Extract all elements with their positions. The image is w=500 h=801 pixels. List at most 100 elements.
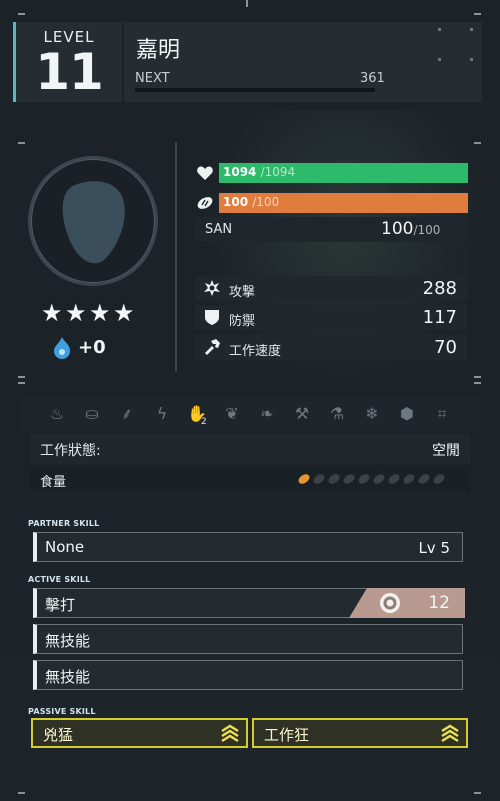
- work-speed-label: 工作速度: [229, 344, 282, 359]
- defense-value: 117: [422, 307, 457, 328]
- pal-portrait: [28, 156, 158, 286]
- farming-icon[interactable]: ⌗: [431, 402, 453, 426]
- active-skill-name: 無技能: [45, 668, 91, 686]
- hunger-bar: 100 /100: [219, 193, 468, 213]
- star-icon: ★: [113, 299, 135, 327]
- pal-name[interactable]: 嘉明: [136, 32, 180, 64]
- vertical-divider: [175, 142, 177, 372]
- food-pip-icon: [298, 474, 310, 484]
- active-skill-label: ACTIVE SKILL: [28, 575, 91, 584]
- active-skill-slot-2[interactable]: 無技能: [33, 624, 463, 654]
- star-icon: ★: [65, 299, 87, 327]
- corner-tick: [474, 376, 481, 378]
- soul-bonus-value: +0: [78, 337, 106, 358]
- food-meter: [298, 471, 458, 487]
- work-status-value: 空閒: [432, 443, 460, 459]
- defense-label: 防禦: [229, 314, 256, 329]
- food-pip-icon: [343, 474, 355, 484]
- level-box: LEVEL 11: [13, 22, 122, 102]
- electricity-icon[interactable]: ϟ: [151, 402, 173, 426]
- decor-dot: [438, 28, 441, 31]
- partner-skill-label: PARTNER SKILL: [28, 519, 100, 528]
- passive-skill-slot-2[interactable]: 工作狂: [252, 718, 468, 748]
- san-label: SAN: [205, 222, 233, 237]
- star-icon: ★: [89, 299, 111, 327]
- active-skill-slot-3[interactable]: 無技能: [33, 660, 463, 690]
- passive-skill-name: 工作狂: [264, 726, 310, 744]
- kindling-icon[interactable]: ♨: [46, 402, 68, 426]
- food-pip-icon: [433, 474, 445, 484]
- food-pip-icon: [418, 474, 430, 484]
- passive-skill-label: PASSIVE SKILL: [28, 707, 96, 716]
- transporting-icon[interactable]: ⬢: [396, 402, 418, 426]
- attack-icon: [204, 280, 220, 296]
- food-pip-icon: [373, 474, 385, 484]
- food-pip-icon: [403, 474, 415, 484]
- decor-dot: [470, 58, 473, 61]
- decor-dot: [470, 28, 473, 31]
- work-speed-row: 工作速度 70: [195, 335, 467, 360]
- corner-tick: [18, 376, 25, 378]
- active-skill-name: 擊打: [45, 596, 76, 614]
- planting-icon[interactable]: ⸙: [116, 402, 138, 426]
- neutral-icon: [380, 593, 400, 613]
- san-current: 100: [381, 219, 414, 239]
- attack-label: 攻撃: [229, 285, 256, 300]
- hp-max: /1094: [260, 165, 296, 179]
- san-value: 100/100: [381, 219, 440, 239]
- san-max: /100: [413, 223, 441, 237]
- food-row: 食量: [30, 466, 470, 492]
- active-skill-slot-1[interactable]: 擊打 12: [33, 588, 465, 618]
- next-exp-value: 361: [360, 71, 385, 86]
- hunger-current: 100: [223, 195, 249, 209]
- corner-tick: [474, 382, 481, 384]
- next-exp-label: NEXT: [135, 71, 170, 86]
- corner-tick: [18, 142, 25, 144]
- top-center-tick: [246, 0, 248, 7]
- corner-tick: [474, 792, 481, 794]
- passive-skill-slot-1[interactable]: 兇猛: [31, 718, 248, 748]
- partner-skill-level: Lv 5: [418, 539, 450, 557]
- medicine-icon[interactable]: ⚗: [326, 402, 348, 426]
- active-skill-power: 12: [428, 593, 450, 613]
- work-status-label: 工作狀態:: [40, 443, 101, 459]
- heart-icon: [197, 166, 213, 180]
- food-pip-icon: [388, 474, 400, 484]
- handiwork-icon[interactable]: ✋ 2: [186, 402, 208, 427]
- hp-current: 1094: [223, 165, 257, 179]
- cooling-icon[interactable]: ❄: [361, 402, 383, 426]
- handiwork-level: 2: [201, 417, 207, 427]
- active-skill-name: 無技能: [45, 632, 91, 650]
- name-box: 嘉明 NEXT 361: [124, 22, 482, 102]
- bread-icon: [197, 197, 213, 209]
- corner-tick: [18, 792, 25, 794]
- gathering-icon[interactable]: ❦: [221, 402, 243, 426]
- food-label: 食量: [40, 475, 67, 490]
- watering-icon[interactable]: ⛀: [81, 402, 103, 426]
- mining-icon[interactable]: ⚒: [291, 402, 313, 426]
- shield-icon: [205, 310, 219, 325]
- exp-progress-bar: [135, 88, 375, 92]
- attack-row: 攻撃 288: [195, 276, 467, 301]
- decor-dot: [438, 58, 441, 61]
- food-pip-icon: [358, 474, 370, 484]
- star-icon: ★: [41, 299, 63, 327]
- attack-value: 288: [422, 278, 457, 299]
- pal-silhouette-icon: [62, 181, 125, 264]
- level-value: 11: [35, 43, 104, 101]
- passive-skill-name: 兇猛: [43, 726, 74, 744]
- soul-flame-icon: [54, 337, 70, 359]
- hp-bar: 1094 /1094: [219, 163, 468, 183]
- food-pip-icon: [328, 474, 340, 484]
- rank-up-triple-icon: [221, 724, 239, 743]
- lumbering-icon[interactable]: ❧: [256, 402, 278, 426]
- partner-skill-slot[interactable]: None Lv 5: [33, 532, 463, 562]
- corner-tick: [474, 142, 481, 144]
- hunger-max: /100: [252, 195, 280, 209]
- work-status-row: 工作狀態: 空閒: [30, 434, 470, 464]
- corner-tick: [474, 13, 481, 15]
- corner-tick: [18, 13, 25, 15]
- food-pip-icon: [313, 474, 325, 484]
- rarity-stars: ★ ★ ★ ★: [41, 300, 141, 326]
- pal-status-panel: LEVEL 11 嘉明 NEXT 361 ★ ★ ★ ★ +0 1094 /10…: [0, 0, 500, 801]
